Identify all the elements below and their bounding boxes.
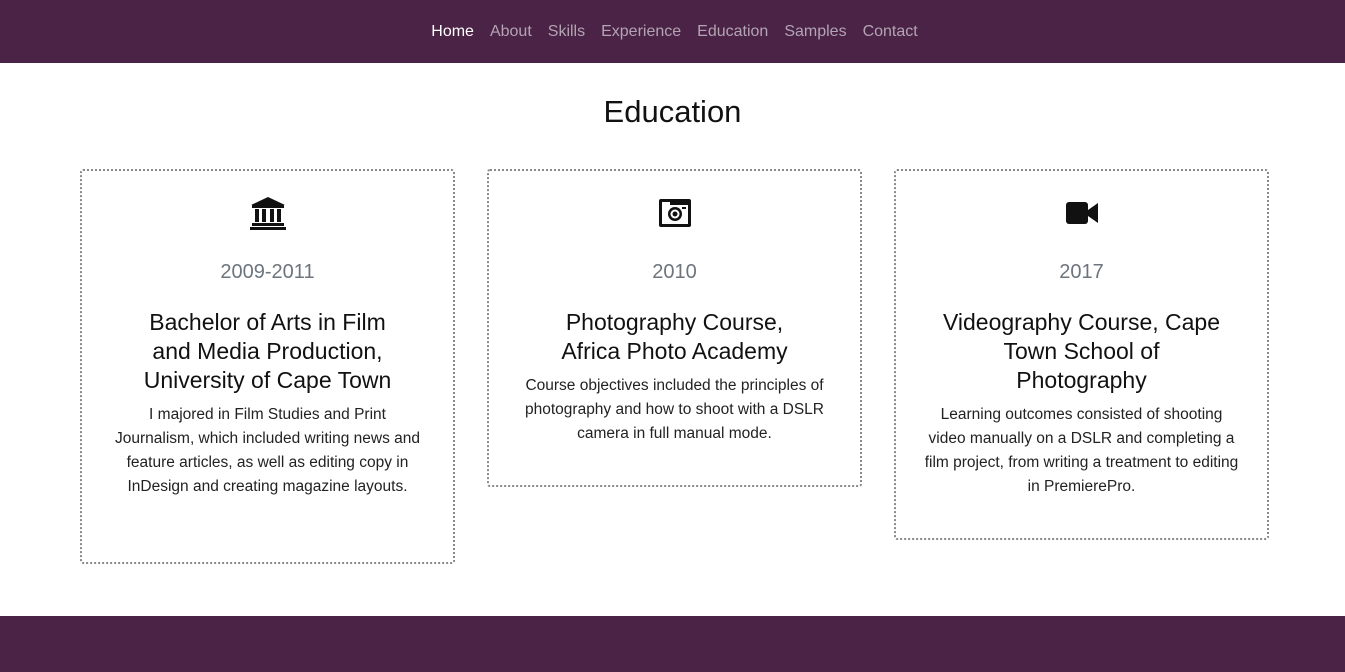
card-description: I majored in Film Studies and Print Jour…: [115, 406, 420, 495]
card-title: Photography Course, Africa Photo Academy: [561, 309, 788, 364]
education-card: 2009-2011 Bachelor of Arts in Film and M…: [80, 169, 455, 564]
card-title: Videography Course, Cape Town School of …: [942, 309, 1221, 393]
card-title: Bachelor of Arts in Film and Media Produ…: [143, 309, 392, 393]
card-year: 2010: [652, 261, 697, 283]
card-description: Course objectives included the principle…: [525, 377, 824, 442]
card-year: 2017: [1059, 261, 1104, 283]
nav-link-about[interactable]: About: [490, 22, 532, 42]
card-description: Learning outcomes consisted of shooting …: [924, 406, 1239, 495]
top-navbar: Home About Skills Experience Education S…: [0, 0, 1345, 63]
education-card: 2010 Photography Course, Africa Photo Ac…: [487, 169, 862, 487]
nav-link-samples[interactable]: Samples: [784, 22, 846, 42]
footer: [0, 616, 1345, 672]
nav-links: Home About Skills Experience Education S…: [0, 0, 1345, 63]
video-camera-icon: [896, 195, 1267, 231]
nav-link-contact[interactable]: Contact: [863, 22, 918, 42]
nav-link-education[interactable]: Education: [697, 22, 768, 42]
card-year: 2009-2011: [220, 261, 315, 283]
nav-link-home[interactable]: Home: [431, 22, 474, 42]
education-card: 2017 Videography Course, Cape Town Schoo…: [894, 169, 1269, 540]
nav-link-skills[interactable]: Skills: [548, 22, 585, 42]
nav-link-experience[interactable]: Experience: [601, 22, 681, 42]
section-title: Education: [603, 94, 742, 129]
university-icon: [82, 195, 453, 231]
camera-icon: [489, 195, 860, 231]
